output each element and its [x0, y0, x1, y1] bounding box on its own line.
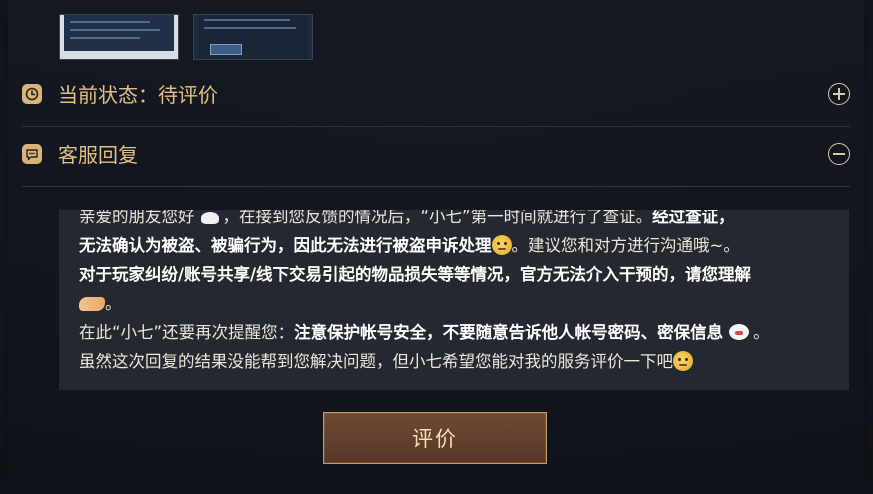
attachment-thumbnail-2[interactable]: [193, 14, 313, 60]
chat-bubble-icon: [22, 144, 42, 164]
rate-button[interactable]: 评价: [323, 412, 547, 464]
thumbnail-image: [198, 15, 308, 59]
status-row[interactable]: 当前状态：待评价: [22, 66, 850, 127]
reply-line: 。: [79, 289, 849, 318]
reply-line: 虽然这次回复的结果没能帮到您解决问题，但小七希望您能对我的服务评价一下吧: [79, 347, 849, 376]
expand-plus-icon[interactable]: [828, 83, 850, 105]
embarrassed-face-icon: [491, 235, 512, 255]
reply-content-box: 亲爱的朋友您好 ，在接到您反馈的情况后，“小七”第一时间就进行了查证。经过查证， …: [59, 210, 849, 390]
status-label: 当前状态：待评价: [58, 83, 218, 107]
thumbnail-image: [64, 15, 174, 51]
collapse-minus-icon[interactable]: [828, 143, 850, 165]
embarrassed-face-icon: [673, 351, 693, 371]
reply-line: 在此“小七”还要再次提醒您：注意保护帐号安全，不要随意告诉他人帐号密码、密保信息…: [79, 318, 849, 347]
handshake-icon: [79, 297, 105, 311]
reply-line: 无法确认为被盗、被骗行为，因此无法进行被盗申诉处理 。建议您和对方进行沟通哦~。: [79, 235, 740, 255]
reply-text: 亲爱的朋友您好 ，在接到您反馈的情况后，“小七”第一时间就进行了查证。经过查证， …: [79, 210, 849, 376]
reply-section-row[interactable]: 客服回复: [22, 126, 850, 187]
ghost-emoji-icon: [195, 210, 223, 226]
reply-line: 亲爱的朋友您好 ，在接到您反馈的情况后，“小七”第一时间就进行了查证。经过查证，: [79, 210, 849, 231]
attachment-thumbnail-1[interactable]: [59, 14, 179, 60]
clock-icon: [22, 84, 42, 104]
rabbit-emoji-icon: [723, 320, 753, 342]
reply-line: 对于玩家纠纷/账号共享/线下交易引起的物品损失等等情况，官方无法介入干预的，请您…: [79, 265, 752, 284]
reply-section-label: 客服回复: [58, 143, 138, 167]
